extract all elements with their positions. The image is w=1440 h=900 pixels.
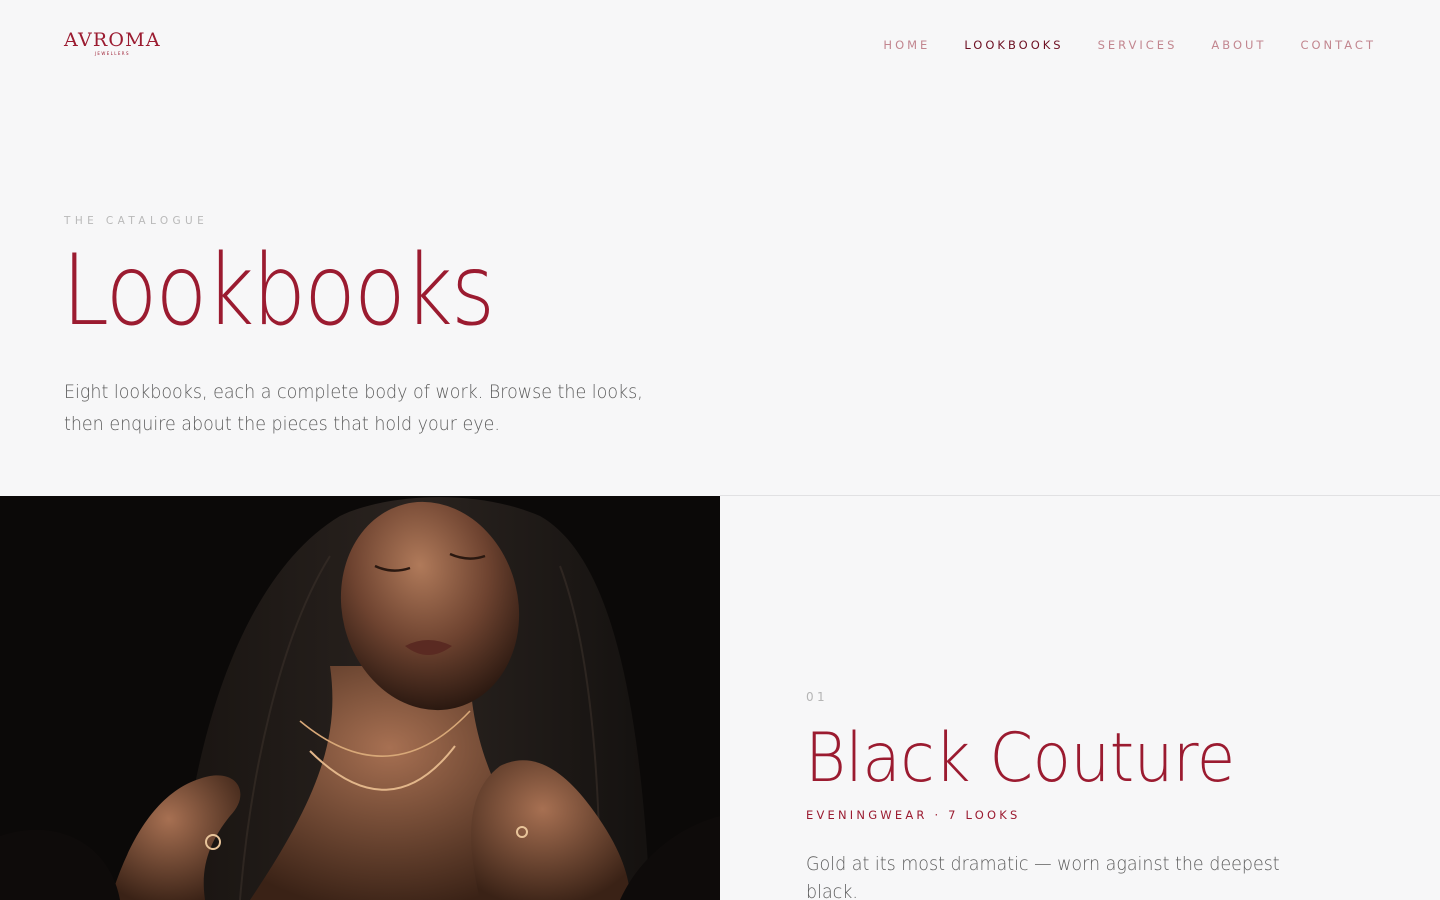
lookbook-meta: EVENINGWEAR · 7 LOOKS <box>806 808 1021 822</box>
hero-description: Eight lookbooks, each a complete body of… <box>64 381 643 435</box>
lookbook-title[interactable]: Black Couture <box>805 718 1235 800</box>
model-portrait-illustration <box>0 496 720 900</box>
nav-item-contact[interactable]: CONTACT <box>1300 38 1376 52</box>
main-nav: HOME LOOKBOOKS SERVICES ABOUT CONTACT <box>883 38 1376 52</box>
lookbook-number: 01 <box>806 690 829 704</box>
site-header: AVROMA JEWELLERS HOME LOOKBOOKS SERVICES… <box>0 0 1440 92</box>
lookbook-cover-image[interactable] <box>0 496 720 900</box>
nav-item-services[interactable]: SERVICES <box>1098 38 1178 52</box>
nav-item-about[interactable]: ABOUT <box>1211 38 1266 52</box>
nav-item-home[interactable]: HOME <box>883 38 930 52</box>
logo-tagline: JEWELLERS <box>94 51 130 56</box>
nav-item-lookbooks[interactable]: LOOKBOOKS <box>964 38 1063 52</box>
logo-wordmark: AVROMA <box>64 29 161 51</box>
page-title: Lookbooks <box>62 234 495 348</box>
lookbooks-page: AVROMA JEWELLERS HOME LOOKBOOKS SERVICES… <box>0 0 1440 900</box>
hero-eyebrow: THE CATALOGUE <box>64 215 209 227</box>
lookbook-description: Gold at its most dramatic — worn against… <box>806 853 1280 900</box>
lookbook-info: 01 Black Couture EVENINGWEAR · 7 LOOKS G… <box>720 496 1440 900</box>
brand-logo[interactable]: AVROMA JEWELLERS <box>64 30 161 56</box>
